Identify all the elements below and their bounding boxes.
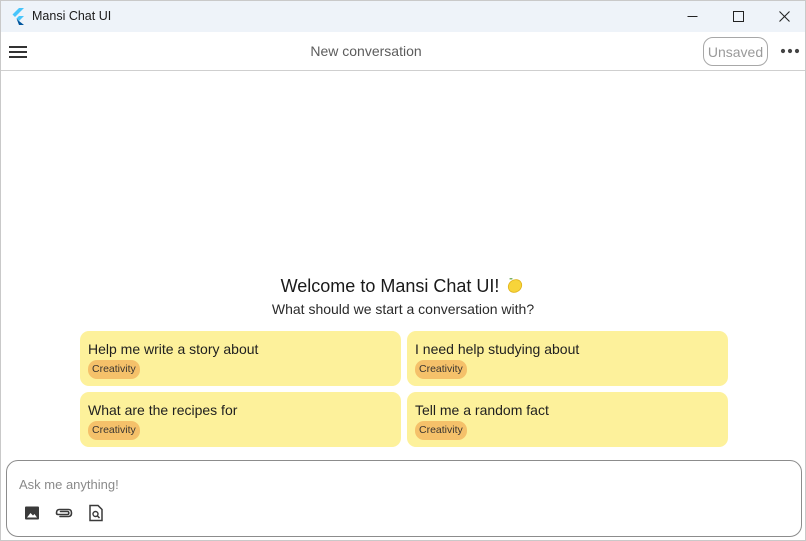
image-icon xyxy=(25,506,39,520)
category-tag: Creativity xyxy=(415,360,467,379)
suggestion-card[interactable]: Tell me a random fact Creativity xyxy=(407,392,728,447)
flutter-logo-icon xyxy=(12,8,24,25)
maximize-button[interactable] xyxy=(715,1,761,32)
title-bar[interactable]: Mansi Chat UI xyxy=(1,1,805,32)
welcome-heading: Welcome to Mansi Chat UI! xyxy=(1,275,805,300)
app-window: Mansi Chat UI New conversation Unsaved W… xyxy=(0,0,806,541)
suggestion-card[interactable]: Help me write a story about Creativity xyxy=(80,331,401,386)
window-title: Mansi Chat UI xyxy=(32,9,112,23)
more-options-icon[interactable] xyxy=(780,43,800,59)
minimize-icon xyxy=(687,16,697,17)
suggestion-card[interactable]: I need help studying about Creativity xyxy=(407,331,728,386)
category-tag: Creativity xyxy=(88,421,140,440)
message-composer xyxy=(6,460,802,537)
close-button[interactable] xyxy=(761,1,805,32)
suggestion-text: I need help studying about xyxy=(415,341,580,357)
suggestion-grid: Help me write a story about Creativity I… xyxy=(80,331,728,448)
insert-image-button[interactable] xyxy=(22,503,42,523)
attach-icon xyxy=(55,508,73,518)
maximize-icon xyxy=(732,11,744,22)
welcome-subtitle: What should we start a conversation with… xyxy=(271,301,535,317)
category-tag: Creativity xyxy=(88,360,140,379)
lemon-icon xyxy=(505,275,525,300)
close-icon xyxy=(778,11,790,22)
search-document-button[interactable] xyxy=(86,503,106,523)
document-search-icon xyxy=(89,504,103,522)
message-input[interactable] xyxy=(19,474,789,494)
category-tag: Creativity xyxy=(415,421,467,440)
suggestion-text: Tell me a random fact xyxy=(415,402,549,418)
suggestion-card[interactable]: What are the recipes for Creativity xyxy=(80,392,401,447)
conversation-title: New conversation xyxy=(310,43,422,59)
app-bar: New conversation Unsaved xyxy=(1,32,805,71)
unsaved-status-badge: Unsaved xyxy=(703,37,768,66)
suggestion-text: What are the recipes for xyxy=(88,402,238,418)
attach-file-button[interactable] xyxy=(54,503,74,523)
welcome-title-text: Welcome to Mansi Chat UI! xyxy=(280,276,500,296)
suggestion-text: Help me write a story about xyxy=(88,341,259,357)
minimize-button[interactable] xyxy=(669,1,715,32)
